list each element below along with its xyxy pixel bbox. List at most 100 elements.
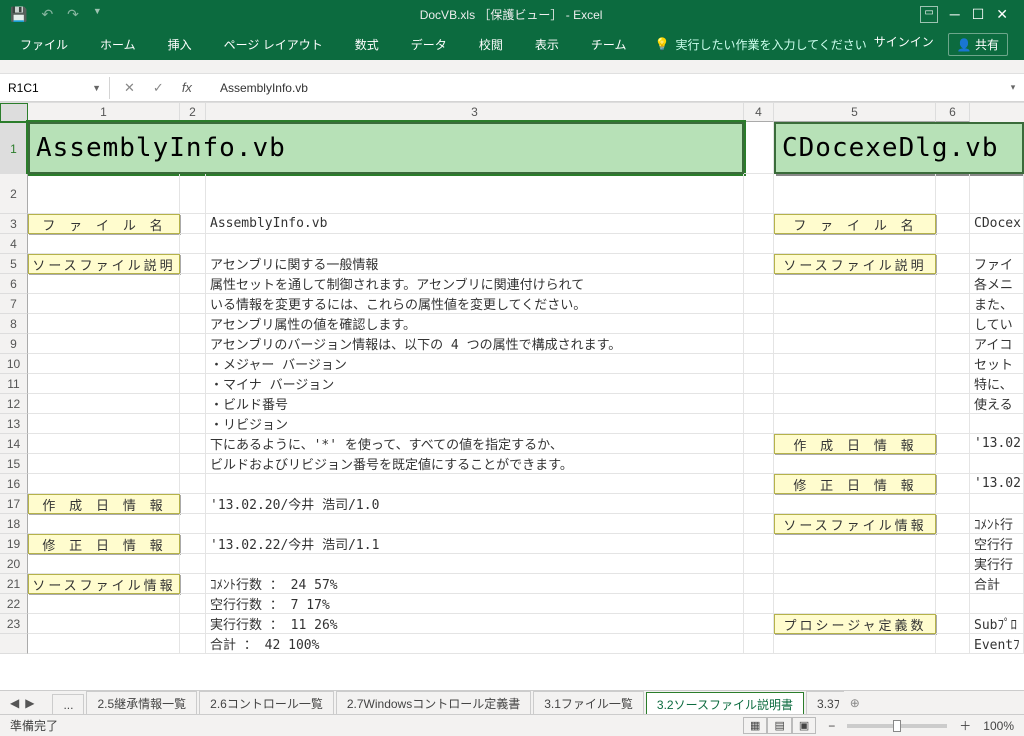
label-cell[interactable]: 修 正 日 情 報 bbox=[28, 534, 180, 554]
row-header[interactable]: 2 bbox=[0, 174, 28, 214]
cell[interactable] bbox=[28, 614, 180, 634]
row-header[interactable]: 18 bbox=[0, 514, 28, 534]
ribbon-tab[interactable]: チーム bbox=[577, 30, 641, 59]
cell[interactable]: セット bbox=[970, 354, 1024, 374]
row-header[interactable]: 1 bbox=[0, 122, 28, 174]
cell[interactable] bbox=[936, 514, 970, 534]
cell[interactable] bbox=[744, 514, 774, 534]
label-cell[interactable]: ソースファイル説明 bbox=[774, 254, 936, 274]
row-header[interactable]: 16 bbox=[0, 474, 28, 494]
label-cell[interactable]: フ ァ イ ル 名 bbox=[28, 214, 180, 234]
sheet-tab[interactable]: 2.7Windowsコントロール定義書 bbox=[336, 691, 531, 715]
cell[interactable] bbox=[180, 294, 206, 314]
undo-icon[interactable]: ↶ bbox=[41, 6, 53, 23]
cell[interactable] bbox=[970, 594, 1024, 614]
cell[interactable]: 合計 ： 42 100% bbox=[206, 634, 744, 654]
cell[interactable] bbox=[28, 334, 180, 354]
cell[interactable] bbox=[180, 374, 206, 394]
row-header[interactable]: 13 bbox=[0, 414, 28, 434]
label-cell[interactable]: 修 正 日 情 報 bbox=[774, 474, 936, 494]
label-cell[interactable]: 作 成 日 情 報 bbox=[774, 434, 936, 454]
cell[interactable] bbox=[744, 294, 774, 314]
ribbon-tab[interactable]: ホーム bbox=[86, 30, 150, 59]
row-header[interactable]: 9 bbox=[0, 334, 28, 354]
cell[interactable] bbox=[180, 494, 206, 514]
qat-dd-icon[interactable]: ▼ bbox=[93, 6, 102, 23]
row-header[interactable]: 19 bbox=[0, 534, 28, 554]
cell[interactable]: 使える bbox=[970, 394, 1024, 414]
cell[interactable] bbox=[774, 534, 936, 554]
cell[interactable] bbox=[180, 614, 206, 634]
cell[interactable] bbox=[180, 434, 206, 454]
cell[interactable] bbox=[180, 474, 206, 494]
ribbon-tab[interactable]: 表示 bbox=[521, 30, 573, 59]
fx-icon[interactable]: fx bbox=[182, 80, 192, 96]
cell[interactable] bbox=[744, 474, 774, 494]
cell[interactable] bbox=[774, 414, 936, 434]
cell[interactable] bbox=[28, 634, 180, 654]
formula-input[interactable]: AssemblyInfo.vb bbox=[206, 81, 1002, 95]
cell[interactable]: '13.02.22/今井 浩司/1.1 bbox=[206, 534, 744, 554]
ribbon-tab[interactable]: 数式 bbox=[341, 30, 393, 59]
ribbon-tab[interactable]: ページ レイアウト bbox=[210, 30, 337, 59]
cell[interactable] bbox=[744, 334, 774, 354]
cell[interactable]: 属性セットを通して制御されます。アセンブリに関連付けられて bbox=[206, 274, 744, 294]
redo-icon[interactable]: ↷ bbox=[67, 6, 79, 23]
cell[interactable] bbox=[180, 394, 206, 414]
cell[interactable] bbox=[936, 354, 970, 374]
view-layout-icon[interactable]: ▤ bbox=[767, 717, 791, 734]
view-break-icon[interactable]: ▣ bbox=[792, 717, 816, 734]
cell[interactable]: CDocex bbox=[970, 214, 1024, 234]
row-header[interactable]: 20 bbox=[0, 554, 28, 574]
zoom-out-icon[interactable]: − bbox=[828, 719, 835, 733]
name-box[interactable]: R1C1 ▼ bbox=[0, 77, 110, 99]
label-cell[interactable]: フ ァ イ ル 名 bbox=[774, 214, 936, 234]
chevron-down-icon[interactable]: ▼ bbox=[92, 83, 101, 93]
cell[interactable]: いる情報を変更するには、これらの属性値を変更してください。 bbox=[206, 294, 744, 314]
cell[interactable] bbox=[180, 534, 206, 554]
sheet-tab[interactable]: 2.5継承情報一覧 bbox=[86, 691, 197, 715]
cell[interactable] bbox=[936, 414, 970, 434]
cell[interactable] bbox=[28, 374, 180, 394]
cell[interactable] bbox=[744, 494, 774, 514]
cell[interactable] bbox=[180, 314, 206, 334]
label-cell[interactable]: ソースファイル情報 bbox=[774, 514, 936, 534]
minimize-icon[interactable]: ─ bbox=[950, 6, 960, 23]
cell[interactable]: してい bbox=[970, 314, 1024, 334]
ribbon-tab[interactable]: 挿入 bbox=[154, 30, 206, 59]
cell[interactable] bbox=[936, 574, 970, 594]
cell[interactable]: アセンブリに関する一般情報 bbox=[206, 254, 744, 274]
cell[interactable] bbox=[936, 254, 970, 274]
cell[interactable] bbox=[206, 474, 744, 494]
cell[interactable]: Subﾌﾟﾛ bbox=[970, 614, 1024, 634]
cell[interactable]: アセンブリのバージョン情報は、以下の 4 つの属性で構成されます。 bbox=[206, 334, 744, 354]
cell[interactable] bbox=[180, 634, 206, 654]
label-cell[interactable]: プロシージャ定義数 bbox=[774, 614, 936, 634]
sign-in[interactable]: サインイン bbox=[874, 33, 934, 56]
cell[interactable]: 下にあるように、'*' を使って、すべての値を指定するか、 bbox=[206, 434, 744, 454]
cell[interactable] bbox=[180, 514, 206, 534]
row-header[interactable]: 23 bbox=[0, 614, 28, 634]
cell[interactable] bbox=[180, 214, 206, 234]
cell[interactable]: ・リビジョン bbox=[206, 414, 744, 434]
row-header[interactable]: 21 bbox=[0, 574, 28, 594]
cell[interactable] bbox=[28, 314, 180, 334]
cell[interactable]: ・ビルド番号 bbox=[206, 394, 744, 414]
cell[interactable] bbox=[774, 334, 936, 354]
cell[interactable] bbox=[180, 454, 206, 474]
cell[interactable] bbox=[970, 494, 1024, 514]
row-header[interactable]: 12 bbox=[0, 394, 28, 414]
cell[interactable] bbox=[936, 274, 970, 294]
cell[interactable] bbox=[936, 634, 970, 654]
cell[interactable]: ・メジャー バージョン bbox=[206, 354, 744, 374]
maximize-icon[interactable]: ☐ bbox=[972, 6, 985, 23]
cell[interactable] bbox=[744, 374, 774, 394]
sheet-tab[interactable]: 3.2ソースファイル説明書 bbox=[646, 692, 804, 715]
cell[interactable] bbox=[970, 454, 1024, 474]
tell-me-input[interactable]: 実行したい作業を入力してください bbox=[675, 36, 866, 53]
cell[interactable] bbox=[180, 594, 206, 614]
sheet-tab[interactable]: 2.6コントロール一覧 bbox=[199, 691, 334, 715]
cell[interactable] bbox=[936, 494, 970, 514]
cell[interactable] bbox=[774, 394, 936, 414]
row-header[interactable]: 17 bbox=[0, 494, 28, 514]
